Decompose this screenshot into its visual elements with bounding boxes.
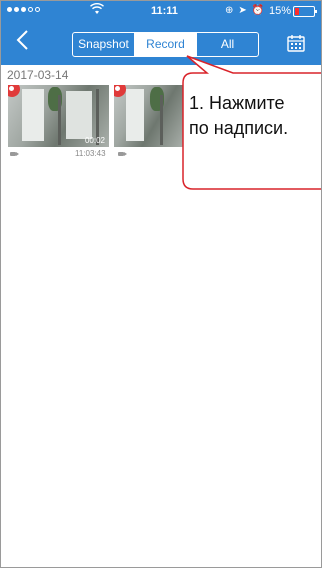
- app-header: 11:11 ⊕ ➤ ⏰ 15% Snapshot Record All: [1, 1, 321, 65]
- recording-time: 11:03:43: [75, 149, 106, 158]
- recording-thumbnail[interactable]: [114, 85, 184, 147]
- video-camera-icon: [10, 152, 19, 156]
- battery-percent: 15%: [269, 5, 292, 17]
- status-time: 11:11: [151, 5, 178, 17]
- recording-thumbnail[interactable]: 00:02: [8, 85, 109, 147]
- lock-rotation-icon: ⊕: [225, 5, 234, 16]
- location-icon: ➤: [238, 5, 247, 16]
- back-button[interactable]: [15, 29, 35, 55]
- tab-snapshot[interactable]: Snapshot: [73, 33, 134, 56]
- tab-all[interactable]: All: [197, 33, 258, 56]
- instruction-line-1: 1. Нажмите: [189, 93, 285, 113]
- instruction-text: 1. Нажмите по надписи.: [189, 91, 288, 141]
- alarm-icon: ⏰: [251, 5, 265, 16]
- video-camera-icon: [118, 152, 127, 156]
- battery-icon: [293, 6, 317, 17]
- phone-screen: 11:11 ⊕ ➤ ⏰ 15% Snapshot Record All 2017…: [0, 0, 322, 568]
- media-type-segmented-control: Snapshot Record All: [72, 32, 259, 57]
- calendar-icon: [287, 35, 305, 52]
- navigation-bar: Snapshot Record All: [1, 21, 321, 65]
- instruction-line-2: по надписи.: [189, 118, 289, 138]
- recording-duration: 00:02: [84, 136, 105, 145]
- date-header: 2017-03-14: [7, 68, 69, 82]
- tab-record[interactable]: Record: [134, 33, 197, 56]
- record-indicator-icon: [114, 85, 126, 97]
- calendar-button[interactable]: [286, 33, 306, 53]
- wifi-icon: [90, 3, 104, 18]
- signal-strength-icon: [7, 7, 40, 12]
- status-bar: 11:11 ⊕ ➤ ⏰ 15%: [1, 1, 321, 21]
- record-indicator-icon: [8, 85, 20, 97]
